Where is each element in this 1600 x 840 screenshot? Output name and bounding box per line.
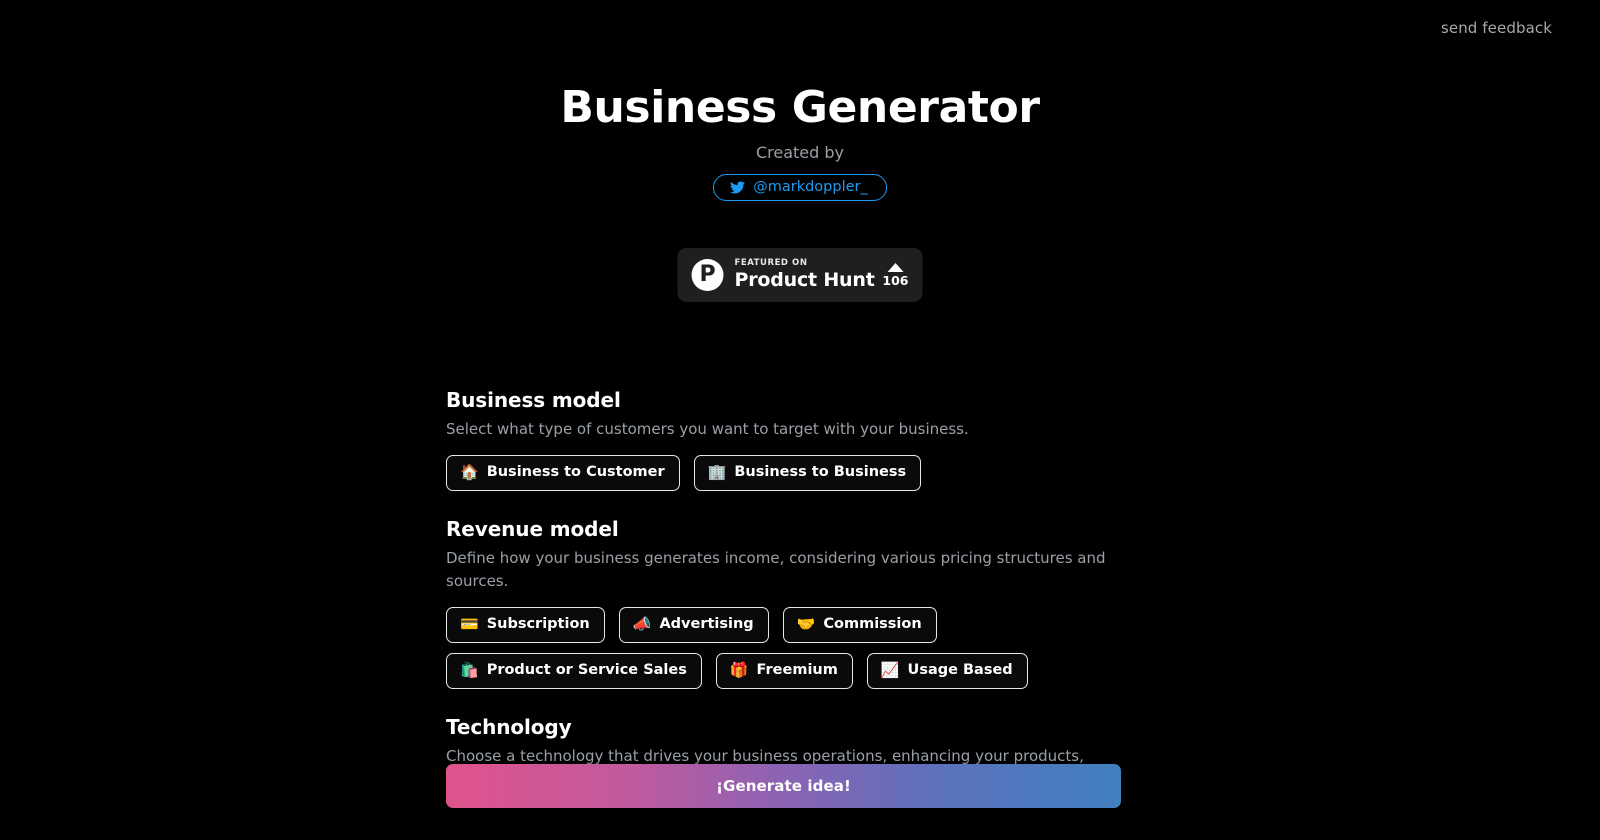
option-usage-based[interactable]: 📈 Usage Based [866, 653, 1028, 689]
option-subscription[interactable]: 💳 Subscription [446, 607, 605, 644]
option-label: Product or Service Sales [486, 662, 687, 679]
credit-card-icon: 💳 [460, 615, 479, 634]
product-hunt-name: Product Hunt [734, 268, 875, 291]
option-business-to-business[interactable]: 🏢 Business to Business [693, 455, 922, 491]
hero-section: Business Generator Created by @markdoppl… [0, 82, 1600, 202]
megaphone-icon: 📣 [632, 615, 652, 634]
chart-increasing-icon: 📈 [880, 660, 900, 679]
option-label: Business to Customer [486, 464, 665, 481]
product-hunt-upvotes[interactable]: 106 [876, 262, 909, 288]
option-commission[interactable]: 🤝 Commission [782, 607, 937, 644]
generate-idea-button[interactable]: ¡Generate idea! [446, 764, 1121, 808]
option-label: Subscription [486, 616, 590, 633]
section-title: Technology [446, 714, 572, 739]
caret-up-icon [887, 262, 904, 272]
section-title: Business model [446, 388, 621, 412]
product-hunt-text: FEATURED ON Product Hunt [734, 258, 877, 291]
generator-form: Business model Select what type of custo… [446, 388, 1122, 817]
office-building-icon: 🏢 [707, 463, 727, 482]
author-twitter-badge[interactable]: @markdoppler_ [713, 173, 887, 202]
option-product-or-service-sales[interactable]: 🛍️ Product or Service Sales [446, 653, 702, 689]
option-advertising[interactable]: 📣 Advertising [618, 607, 769, 644]
option-label: Usage Based [907, 662, 1013, 679]
section-description: Select what type of customers you want t… [446, 420, 969, 438]
product-hunt-badge[interactable]: P FEATURED ON Product Hunt 106 [677, 248, 923, 302]
shopping-bags-icon: 🛍️ [460, 660, 479, 679]
option-label: Commission [823, 616, 922, 633]
section-title: Revenue model [446, 516, 619, 541]
option-label: Freemium [756, 662, 838, 679]
send-feedback-link[interactable]: send feedback [1441, 19, 1552, 37]
option-group-business-model: 🏠 Business to Customer 🏢 Business to Bus… [446, 455, 1122, 491]
house-icon: 🏠 [460, 463, 479, 482]
cta-container: ¡Generate idea! [446, 764, 1121, 808]
author-handle: @markdoppler_ [753, 178, 868, 195]
option-business-to-customer[interactable]: 🏠 Business to Customer [446, 455, 680, 491]
option-label: Advertising [659, 616, 754, 633]
handshake-icon: 🤝 [796, 615, 816, 634]
product-hunt-logo-icon: P [691, 259, 724, 291]
option-freemium[interactable]: 🎁 Freemium [715, 653, 853, 689]
option-label: Business to Business [734, 464, 907, 481]
option-group-revenue-model: 💳 Subscription 📣 Advertising 🤝 Commissio… [446, 607, 1122, 689]
gift-icon: 🎁 [729, 660, 749, 679]
section-business-model: Business model Select what type of custo… [446, 388, 1122, 491]
page-title: Business Generator [560, 82, 1040, 133]
section-description: Define how your business generates incom… [446, 548, 1106, 591]
product-hunt-upvote-count: 106 [882, 272, 909, 288]
section-revenue-model: Revenue model Define how your business g… [446, 517, 1122, 689]
created-by-label: Created by [755, 142, 845, 162]
twitter-bird-icon [730, 181, 746, 194]
product-hunt-featured-label: FEATURED ON [734, 258, 808, 269]
top-bar: send feedback [0, 0, 1600, 56]
